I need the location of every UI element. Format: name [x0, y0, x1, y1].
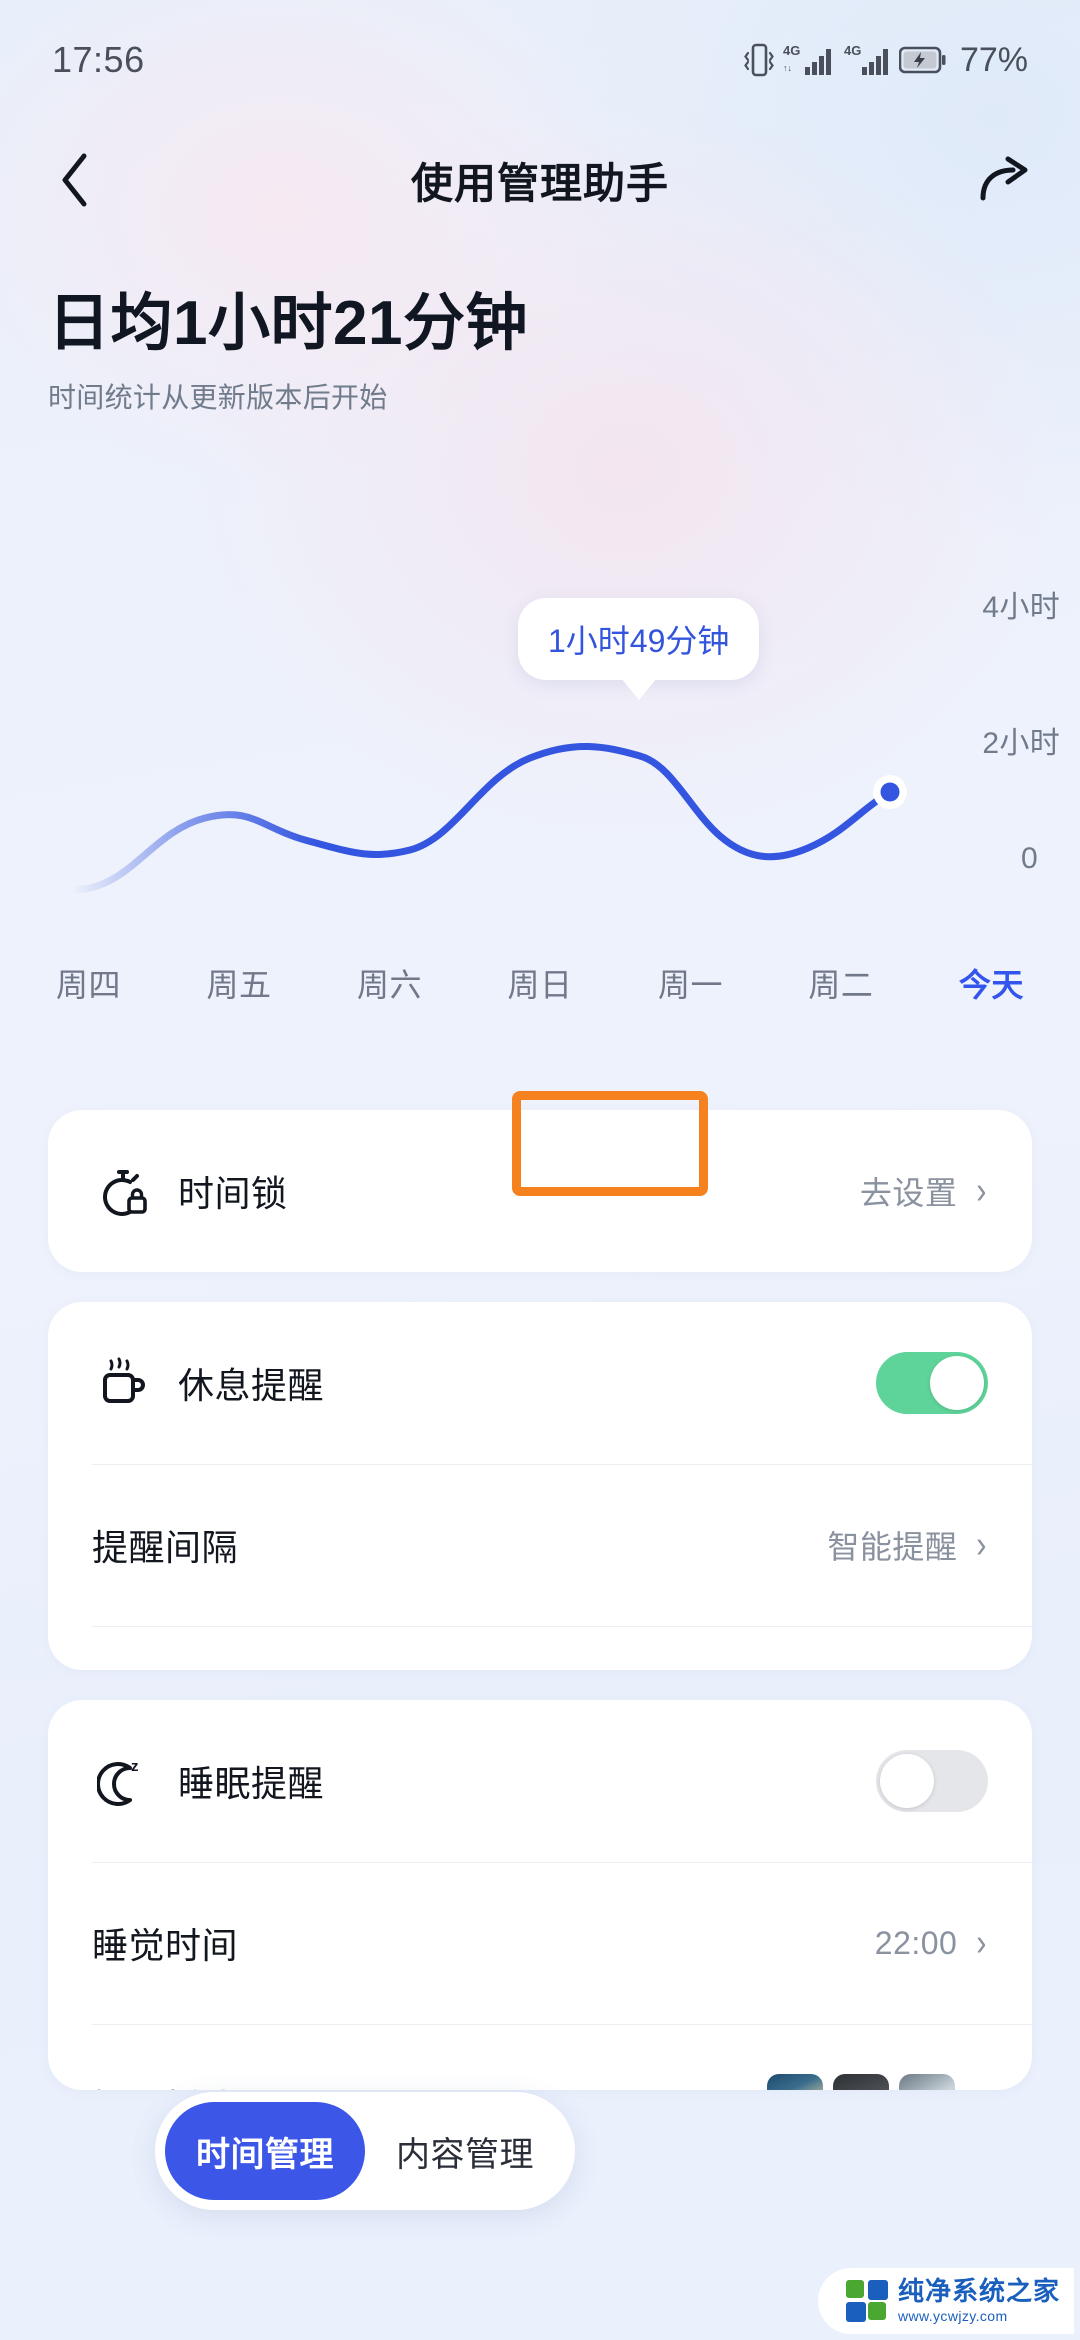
row-bedtime[interactable]: 睡觉时间 22:00 › — [48, 1862, 1032, 2024]
usage-summary: 日均1小时21分钟 时间统计从更新版本后开始 — [48, 289, 1032, 416]
sleep-reminder-toggle[interactable] — [876, 1750, 988, 1812]
break-reminder-toggle[interactable] — [876, 1352, 988, 1414]
weekday-label-5[interactable]: 周二 — [808, 960, 873, 1006]
page-title: 使用管理助手 — [410, 159, 669, 207]
tab-content-management[interactable]: 内容管理 — [365, 2102, 565, 2200]
stopwatch-lock-icon — [92, 1164, 154, 1218]
weekday-label-3[interactable]: 周日 — [507, 960, 572, 1006]
back-button[interactable] — [40, 145, 110, 215]
break-reminder-card: 休息提醒 提醒间隔 智能提醒 › 提醒样式 随机精选 › — [48, 1302, 1032, 1670]
moon-sleep-icon: z — [92, 1754, 154, 1808]
watermark-logo-icon — [845, 2280, 888, 2322]
tab-time-management[interactable]: 时间管理 — [165, 2102, 365, 2200]
row-label-bedtime: 睡觉时间 — [92, 1925, 239, 1966]
usage-line-chart[interactable]: 4小时 2小时 0 1小时49分钟 — [0, 560, 1080, 980]
thumbnail-image-1 — [767, 2074, 824, 2090]
vibrate-icon — [744, 41, 774, 79]
row-sleep-reminder-style[interactable]: 提醒样式 随机精选 › — [48, 2024, 1032, 2090]
row-label-time-lock: 时间锁 — [178, 1173, 288, 1214]
svg-text:4G: 4G — [783, 43, 800, 58]
chevron-right-icon: › — [976, 1170, 987, 1212]
sleep-reminder-style-value: 随机精选 — [619, 2082, 749, 2090]
navigation-bar: 使用管理助手 — [0, 120, 1080, 240]
sleep-reminder-card: z 睡眠提醒 睡觉时间 22:00 › 提醒样式 随机精选 › — [48, 1700, 1032, 2090]
row-label-break-reminder: 休息提醒 — [178, 1365, 325, 1406]
signal-4g-2-icon: 4G — [844, 41, 890, 79]
weekday-label-4[interactable]: 周一 — [658, 960, 723, 1006]
thumbnail-image-2 — [833, 2074, 890, 2090]
chevron-right-icon: › — [977, 2086, 987, 2090]
chevron-right-icon: › — [976, 1524, 987, 1566]
coffee-cup-icon — [92, 1356, 154, 1410]
weekday-label-today[interactable]: 今天 — [959, 960, 1024, 1006]
row-label-sleep-reminder-style: 提醒样式 — [92, 2079, 238, 2090]
goto-settings-label[interactable]: 去设置 — [860, 1168, 958, 1214]
watermark-url: www.ycwjzy.com — [897, 2308, 1008, 2324]
watermark-text: 纯净系统之家 www.ycwjzy.com — [898, 2279, 1060, 2323]
svg-text:4G: 4G — [844, 43, 861, 58]
weekday-label-2[interactable]: 周六 — [357, 960, 422, 1006]
daily-average-subtitle: 时间统计从更新版本后开始 — [48, 382, 388, 414]
signal-4g-1-icon: 4G ↑↓ — [783, 41, 835, 79]
svg-text:z: z — [131, 1758, 139, 1775]
chart-tooltip: 1小时49分钟 — [518, 598, 760, 700]
y-axis-label-4h: 4小时 — [982, 591, 1060, 624]
weekday-label-1[interactable]: 周五 — [206, 960, 271, 1006]
row-sleep-reminder[interactable]: z 睡眠提醒 — [48, 1700, 1032, 1862]
battery-charging-icon — [898, 45, 947, 75]
weekday-axis: 周四 周五 周六 周日 周一 周二 今天 — [48, 960, 1032, 1006]
time-lock-card: 时间锁 去设置 › — [48, 1110, 1032, 1272]
toggle-knob — [880, 1754, 934, 1808]
daily-average-title: 日均1小时21分钟 — [48, 289, 528, 358]
row-label-reminder-interval: 提醒间隔 — [92, 1527, 239, 1568]
battery-percent-label: 77% — [959, 40, 1028, 79]
weekday-label-0[interactable]: 周四 — [56, 960, 121, 1006]
status-bar: 17:56 4G ↑↓ 4G 77% — [0, 0, 1080, 120]
chevron-right-icon: › — [976, 1922, 987, 1964]
watermark-name: 纯净系统之家 — [897, 2277, 1060, 2307]
chevron-left-icon — [58, 152, 92, 208]
y-axis-label-2h: 2小时 — [982, 727, 1060, 760]
status-bar-clock: 17:56 — [52, 39, 145, 80]
row-break-reminder[interactable]: 休息提醒 — [48, 1302, 1032, 1464]
bedtime-value: 22:00 — [874, 1924, 958, 1961]
status-bar-indicators: 4G ↑↓ 4G 77% — [744, 41, 1028, 80]
share-button[interactable] — [970, 145, 1040, 215]
reminder-interval-value: 智能提醒 — [827, 1529, 958, 1565]
share-arrow-icon — [975, 154, 1035, 206]
bottom-tab-bar: 时间管理 内容管理 — [155, 2092, 575, 2210]
row-reminder-interval[interactable]: 提醒间隔 智能提醒 › — [48, 1464, 1032, 1626]
phone-screen: 17:56 4G ↑↓ 4G 77% 使用管理助手 日均1小时21分钟 时间统计… — [0, 0, 1080, 2340]
toggle-knob — [930, 1356, 984, 1410]
row-label-sleep-reminder: 睡眠提醒 — [178, 1763, 325, 1804]
thumbnail-image-3 — [899, 2074, 956, 2090]
svg-text:↑↓: ↑↓ — [783, 63, 792, 73]
row-reminder-style[interactable]: 提醒样式 随机精选 › — [48, 1626, 1032, 1670]
y-axis-label-0: 0 — [1021, 842, 1038, 875]
watermark: 纯净系统之家 www.ycwjzy.com — [817, 2268, 1074, 2334]
sleep-style-thumbnails — [767, 2074, 956, 2090]
row-time-lock[interactable]: 时间锁 去设置 › — [48, 1110, 1032, 1272]
